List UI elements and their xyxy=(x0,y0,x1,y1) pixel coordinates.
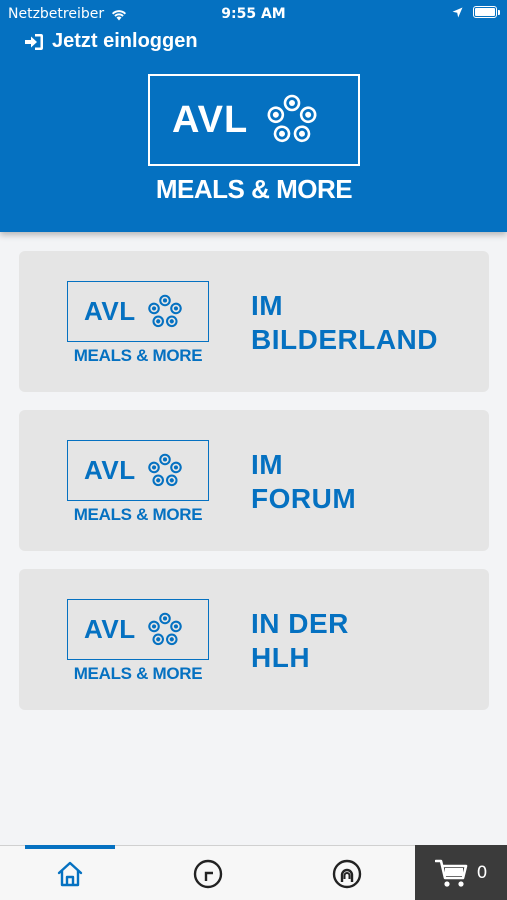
history-icon xyxy=(193,859,223,888)
card-logo-text: AVL xyxy=(84,296,136,326)
tab-bar: 0 xyxy=(0,845,507,900)
battery-icon xyxy=(473,6,500,18)
card-logo-text: AVL xyxy=(84,614,136,644)
home-icon xyxy=(57,861,83,886)
active-tab-indicator xyxy=(25,845,115,849)
location-card-bilderland[interactable]: AVL MEALS & MORE IM BILDERLAND xyxy=(19,251,489,392)
location-title-line1: IN DER xyxy=(251,608,349,639)
header-logo-box: AVL xyxy=(148,74,360,166)
location-arrow-icon xyxy=(452,7,463,17)
header-logo-text: AVL xyxy=(172,98,249,141)
cart-count: 0 xyxy=(476,863,488,883)
card-logo-subtitle: MEALS & MORE xyxy=(73,505,203,524)
login-button[interactable]: Jetzt einloggen xyxy=(24,30,198,53)
location-title-line2: HLH xyxy=(251,642,311,673)
status-time: 9:55 AM xyxy=(221,6,286,22)
cart-button[interactable]: 0 xyxy=(415,845,507,900)
location-title: IM FORUM xyxy=(251,448,356,516)
header-logo-subtitle: MEALS & MORE xyxy=(155,174,353,204)
tab-history[interactable] xyxy=(163,846,253,900)
login-label: Jetzt einloggen xyxy=(52,30,198,52)
tab-profile[interactable] xyxy=(302,846,392,900)
status-bar: Netzbetreiber 9:55 AM xyxy=(0,0,507,28)
card-logo-box: AVL xyxy=(67,440,209,501)
rosette-icon xyxy=(267,94,317,143)
profile-icon xyxy=(332,859,362,888)
location-card-hlh[interactable]: AVL MEALS & MORE IN DER HLH xyxy=(19,569,489,710)
location-title: IM BILDERLAND xyxy=(251,289,438,357)
location-card-forum[interactable]: AVL MEALS & MORE IM FORUM xyxy=(19,410,489,551)
location-title-line1: IM xyxy=(251,449,284,480)
header-logo: AVL MEALS & MORE xyxy=(146,74,362,205)
rosette-icon xyxy=(147,453,182,486)
rosette-icon xyxy=(147,294,182,327)
card-logo: AVL MEALS & MORE xyxy=(65,281,211,366)
card-logo-text: AVL xyxy=(84,455,136,485)
card-logo-subtitle: MEALS & MORE xyxy=(73,346,203,365)
card-logo: AVL MEALS & MORE xyxy=(65,440,211,525)
card-logo: AVL MEALS & MORE xyxy=(65,599,211,684)
card-logo-box: AVL xyxy=(67,599,209,660)
card-logo-subtitle: MEALS & MORE xyxy=(73,664,203,683)
location-title-line2: FORUM xyxy=(251,483,357,514)
app-header: Netzbetreiber 9:55 AM Jetzt einloggen AV… xyxy=(0,0,507,232)
location-title: IN DER HLH xyxy=(251,607,349,675)
location-title-line2: BILDERLAND xyxy=(251,324,438,355)
location-title-line1: IM xyxy=(251,290,284,321)
card-logo-box: AVL xyxy=(67,281,209,342)
rosette-icon xyxy=(147,612,182,645)
cart-icon xyxy=(434,859,467,887)
status-indicators xyxy=(452,6,500,18)
sign-in-icon xyxy=(25,33,43,50)
tab-home[interactable] xyxy=(25,845,115,900)
